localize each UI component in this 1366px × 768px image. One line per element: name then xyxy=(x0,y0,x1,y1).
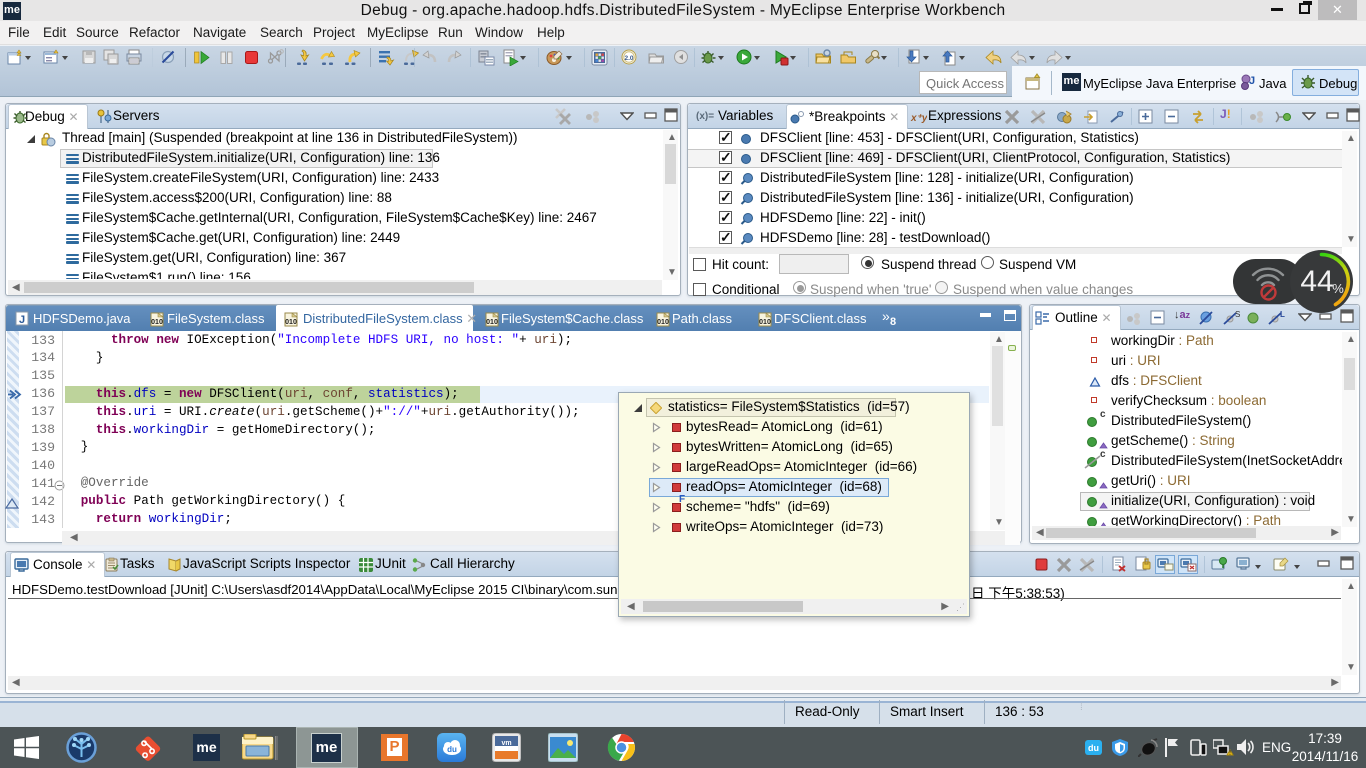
svg-text:010: 010 xyxy=(759,319,771,326)
svg-text:x⁺y: x⁺y xyxy=(910,113,927,124)
svg-text:010: 010 xyxy=(486,319,498,326)
svg-text:44: 44 xyxy=(1300,265,1333,298)
svg-text:!: ! xyxy=(1229,751,1231,757)
svg-text:du: du xyxy=(447,745,457,754)
svg-text:vm: vm xyxy=(501,740,511,747)
svg-text:L: L xyxy=(1280,310,1285,319)
svg-text:du: du xyxy=(1088,743,1099,753)
svg-text:2.0: 2.0 xyxy=(624,55,633,62)
svg-text:010: 010 xyxy=(151,319,163,326)
svg-text:%: % xyxy=(1332,281,1344,296)
svg-text:010: 010 xyxy=(285,319,297,326)
svg-text:S: S xyxy=(1235,310,1240,319)
svg-text:010: 010 xyxy=(657,319,669,326)
svg-text:J: J xyxy=(1249,75,1255,87)
svg-text:J: J xyxy=(19,314,25,326)
